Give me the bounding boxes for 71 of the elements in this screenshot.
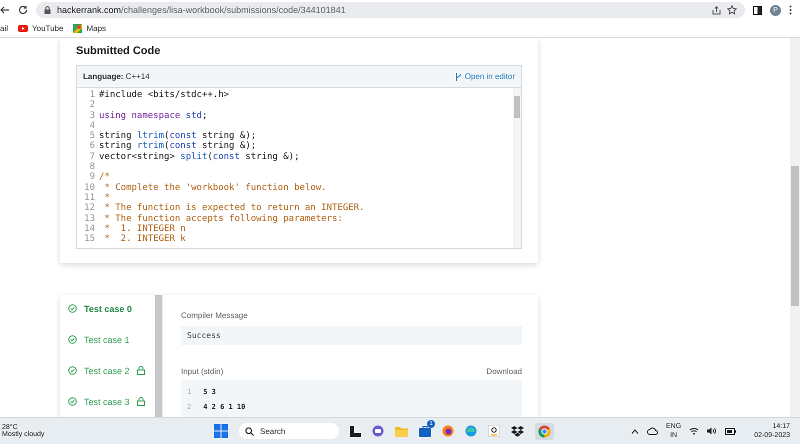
- check-circle-icon: [68, 335, 77, 344]
- section-title: Submitted Code: [76, 45, 162, 57]
- lock-icon: [136, 366, 145, 375]
- code-line: string rtrim(const string &);: [99, 141, 256, 152]
- check-circle-icon: [68, 366, 77, 375]
- line-number: 13: [83, 214, 96, 224]
- page-scrollbar[interactable]: [790, 38, 800, 417]
- line-number: 5: [88, 131, 96, 142]
- test-case-tab[interactable]: Test case 0: [68, 299, 155, 318]
- line-number: 4: [88, 120, 96, 132]
- star-icon[interactable]: [727, 5, 737, 15]
- lock-icon: [44, 6, 51, 14]
- active-app-tile[interactable]: [535, 422, 554, 440]
- side-panel-icon[interactable]: [753, 6, 762, 14]
- code-line: string ltrim(const string &);: [99, 131, 256, 142]
- code-line: /*: [99, 172, 110, 183]
- back-arrow-icon[interactable]: [0, 5, 10, 15]
- cloud-icon[interactable]: [647, 427, 658, 435]
- reload-icon[interactable]: [18, 5, 28, 15]
- line-number: 14: [83, 224, 96, 234]
- chevron-up-icon[interactable]: [631, 428, 640, 434]
- task-view-icon[interactable]: [350, 426, 361, 436]
- code-line: *: [103, 192, 110, 203]
- scrollbar[interactable]: [155, 295, 162, 417]
- line-number: 15: [83, 234, 96, 244]
- code-line: * Complete the 'workbook' function below.: [103, 182, 327, 193]
- code-line: vector<string> split(const string &);: [99, 152, 300, 162]
- language-label: Language: C++14: [83, 72, 150, 81]
- lock-icon: [136, 397, 145, 406]
- check-circle-icon: [68, 304, 77, 313]
- battery-icon[interactable]: [725, 428, 736, 434]
- share-icon[interactable]: [712, 6, 721, 14]
- line-number: 8: [88, 162, 96, 172]
- taskbar-search-field[interactable]: Search: [239, 423, 339, 439]
- more-menu-icon[interactable]: [789, 5, 792, 15]
- line-number: 9: [88, 172, 96, 183]
- chat-bubble-icon[interactable]: [372, 425, 384, 437]
- code-line: * The function is expected to return an INTEGER.: [103, 203, 365, 214]
- compiler-message-label: Compiler Message: [181, 311, 249, 320]
- code-line: * 2. INTEGER k: [103, 234, 186, 244]
- line-number: 2: [88, 100, 96, 111]
- line-number: 1: [88, 90, 96, 100]
- code-line: using namespace std;: [99, 110, 208, 121]
- search-icon: [245, 426, 254, 436]
- address-bar[interactable]: hackerrank.com/challenges/lisa-workbook/submissions/code/344101841: [36, 2, 745, 18]
- wifi-icon[interactable]: [689, 427, 700, 435]
- bookmark-link[interactable]: YouTube: [18, 24, 64, 33]
- store-bag-icon[interactable]: [419, 425, 431, 437]
- open-in-editor-link[interactable]: Open in editor: [454, 72, 515, 81]
- bookmark-link[interactable]: ail: [0, 24, 8, 33]
- ring-logo-icon: [538, 424, 551, 438]
- code-line: * The function accepts following parameters:: [103, 214, 343, 224]
- compiler-message-output: Success: [181, 326, 522, 345]
- line-number: 6: [88, 141, 96, 152]
- code-line: #include <bits/stdc++.h>: [99, 90, 230, 100]
- scrollbar[interactable]: [513, 88, 521, 248]
- open-box-icon[interactable]: [511, 426, 524, 436]
- speaker-icon[interactable]: [707, 427, 718, 435]
- check-circle-icon: [68, 397, 77, 406]
- line-number: 11: [83, 192, 96, 203]
- branch-icon: [454, 72, 462, 80]
- line-number: 3: [88, 110, 96, 121]
- input-label: Input (stdin): [181, 367, 224, 376]
- download-link[interactable]: Download: [486, 367, 522, 376]
- bookmark-link[interactable]: Maps: [73, 24, 106, 33]
- line-number: 7: [88, 152, 96, 162]
- line-number: 10: [83, 182, 96, 193]
- code-line: * 1. INTEGER n: [103, 224, 186, 234]
- windows-start-icon[interactable]: [214, 424, 228, 438]
- play-logo-icon: [18, 25, 28, 32]
- line-number: 12: [83, 203, 96, 214]
